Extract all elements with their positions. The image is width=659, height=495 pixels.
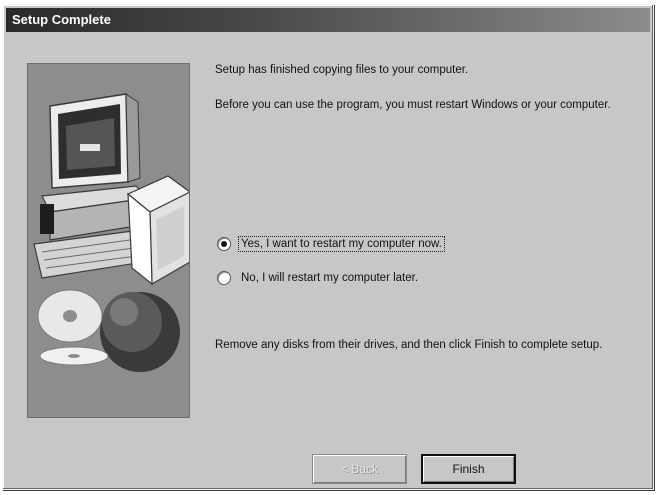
restart-later-label[interactable]: No, I will restart my computer later.	[239, 271, 420, 285]
radio-button[interactable]	[217, 271, 231, 285]
title-bar[interactable]: Setup Complete	[6, 8, 650, 32]
setup-illustration	[27, 63, 190, 418]
floppy-icon	[40, 204, 54, 234]
setup-finished-message: Setup has finished copying files to your…	[215, 64, 469, 76]
restart-later-option[interactable]: No, I will restart my computer later.	[217, 268, 420, 288]
setup-complete-dialog: Setup Complete Setup has finished copyin…	[2, 4, 654, 490]
finish-button[interactable]: Finish	[421, 454, 516, 484]
computer-and-disc-illustration	[33, 93, 189, 372]
restart-now-option[interactable]: Yes, I want to restart my computer now.	[217, 234, 445, 254]
remove-disks-message: Remove any disks from their drives, and …	[215, 339, 603, 351]
restart-required-message: Before you can use the program, you must…	[215, 99, 611, 111]
restart-now-label[interactable]: Yes, I want to restart my computer now.	[238, 236, 445, 252]
radio-button-selected[interactable]	[217, 237, 231, 251]
window-title: Setup Complete	[12, 12, 111, 27]
back-button[interactable]: < Back	[312, 454, 407, 484]
